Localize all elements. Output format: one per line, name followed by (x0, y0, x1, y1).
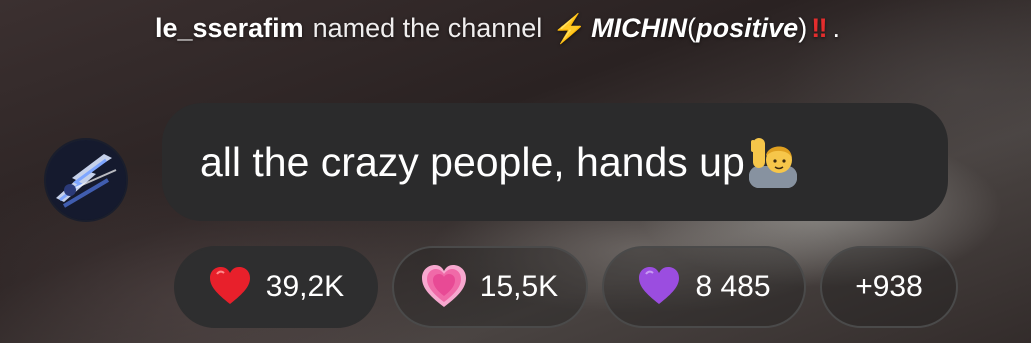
double-exclamation-icon: ‼ (811, 12, 827, 43)
channel-name-paren-close: ) (798, 12, 808, 43)
message-text: all the crazy people, hands up (200, 138, 745, 185)
reaction-purple-heart[interactable]: 8 485 (602, 246, 806, 328)
person-raising-hand-icon (748, 138, 797, 188)
more-reactions-count: +938 (855, 270, 923, 303)
username-link[interactable]: le_sserafim (155, 13, 304, 44)
reaction-count: 39,2K (265, 270, 345, 303)
reaction-growing-heart[interactable]: 15,5K (392, 246, 588, 328)
reaction-count: 8 485 (695, 270, 771, 303)
avatar-lightning-art (46, 140, 126, 220)
red-heart-icon (209, 267, 250, 304)
reaction-count: 15,5K (479, 270, 559, 303)
reactions-row: 39,2K 15,5K 8 485 +938 (174, 246, 958, 328)
channel-name-sub: positive (696, 12, 799, 43)
channel-name-paren-open: ( (687, 12, 697, 43)
notice-text: named the channel (312, 12, 543, 43)
lightning-bolt-icon: ⚡ (552, 12, 588, 44)
channel-rename-notice: le_sserafim named the channel ⚡ MICHIN (… (155, 8, 840, 48)
message-bubble[interactable]: all the crazy people, hands up (162, 103, 948, 221)
sender-avatar[interactable] (44, 138, 128, 222)
growing-heart-icon (421, 265, 466, 307)
notice-period: . (832, 12, 841, 43)
more-reactions-button[interactable]: +938 (820, 246, 958, 328)
purple-heart-icon (639, 267, 680, 304)
channel-name-main: MICHIN (591, 12, 688, 43)
reaction-red-heart[interactable]: 39,2K (174, 246, 378, 328)
